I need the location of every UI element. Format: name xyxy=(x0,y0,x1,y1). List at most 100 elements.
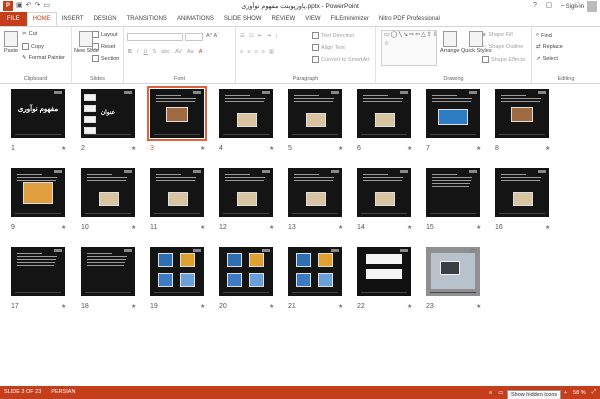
replace-button[interactable]: ⇄ Replace xyxy=(536,44,563,50)
arrange-button[interactable]: Arrange xyxy=(440,31,460,54)
zoom-level[interactable]: 58 % xyxy=(573,390,586,396)
slide-thumbnail[interactable] xyxy=(426,168,480,217)
animation-star-icon[interactable]: ★ xyxy=(61,224,66,231)
animation-star-icon[interactable]: ★ xyxy=(545,145,550,152)
format-painter-button[interactable]: ✎ Format Painter xyxy=(22,55,65,61)
font-size-select[interactable] xyxy=(185,33,203,41)
animation-star-icon[interactable]: ★ xyxy=(407,224,412,231)
tab-design[interactable]: DESIGN xyxy=(89,12,122,26)
animation-star-icon[interactable]: ★ xyxy=(269,303,274,310)
increase-indent-icon[interactable]: ⇥ xyxy=(266,33,271,39)
tab-view[interactable]: VIEW xyxy=(300,12,325,26)
character-spacing-button[interactable]: AV xyxy=(175,49,182,55)
slide-thumbnail[interactable] xyxy=(288,247,342,296)
animation-star-icon[interactable]: ★ xyxy=(200,224,205,231)
slide-thumbnail[interactable] xyxy=(288,168,342,217)
tab-file[interactable]: FILE xyxy=(0,12,27,26)
change-case-button[interactable]: Aa xyxy=(187,49,194,55)
animation-star-icon[interactable]: ★ xyxy=(476,145,481,152)
italic-button[interactable]: I xyxy=(137,49,139,55)
convert-smartart-button[interactable]: Convert to SmartArt xyxy=(312,56,370,63)
bold-button[interactable]: B xyxy=(128,49,132,55)
slide-thumbnail[interactable] xyxy=(81,247,135,296)
normal-view-icon[interactable]: ▭ xyxy=(498,390,503,396)
align-center-icon[interactable]: ≡ xyxy=(247,49,250,55)
animation-star-icon[interactable]: ★ xyxy=(545,224,550,231)
align-right-icon[interactable]: ≡ xyxy=(254,49,257,55)
animation-star-icon[interactable]: ★ xyxy=(476,303,481,310)
text-direction-button[interactable]: Text Direction xyxy=(312,32,354,39)
animation-star-icon[interactable]: ★ xyxy=(61,145,66,152)
font-family-select[interactable] xyxy=(127,33,183,41)
animation-star-icon[interactable]: ★ xyxy=(200,145,205,152)
section-button[interactable]: Section xyxy=(92,55,119,62)
animation-star-icon[interactable]: ★ xyxy=(200,303,205,310)
tab-animations[interactable]: ANIMATIONS xyxy=(172,12,219,26)
shapes-gallery[interactable]: ▭◯╲↘⇨⇦△⇧⇩⌒{}☆ xyxy=(381,30,437,66)
notes-icon[interactable]: ≡ xyxy=(489,390,492,396)
slide-thumbnail[interactable] xyxy=(426,89,480,138)
animation-star-icon[interactable]: ★ xyxy=(338,303,343,310)
paste-button[interactable]: Paste xyxy=(4,31,18,54)
slide-thumbnail[interactable]: عنوان xyxy=(81,89,135,138)
slide-thumbnail[interactable] xyxy=(11,168,65,217)
slide-thumbnail[interactable]: مفهوم نوآوری xyxy=(11,89,65,138)
slide-thumbnail[interactable] xyxy=(81,168,135,217)
copy-button[interactable]: Copy xyxy=(22,43,44,50)
align-left-icon[interactable]: ≡ xyxy=(240,49,243,55)
slide-thumbnail[interactable] xyxy=(357,89,411,138)
cut-button[interactable]: ✂ Cut xyxy=(22,31,37,37)
fit-slide-icon[interactable]: ⤢ xyxy=(592,389,596,396)
tab-slide-show[interactable]: SLIDE SHOW xyxy=(219,12,267,26)
help-icon[interactable]: ? xyxy=(528,0,542,11)
tab-fileminimizer[interactable]: FILEminimizer xyxy=(326,12,374,26)
strikethrough-button[interactable]: abc xyxy=(161,49,170,55)
animation-star-icon[interactable]: ★ xyxy=(269,145,274,152)
numbering-icon[interactable]: ☷ xyxy=(249,33,254,39)
animation-star-icon[interactable]: ★ xyxy=(407,303,412,310)
animation-star-icon[interactable]: ★ xyxy=(131,224,136,231)
slide-thumbnail[interactable] xyxy=(357,168,411,217)
slide-thumbnail[interactable] xyxy=(150,168,204,217)
tab-insert[interactable]: INSERT xyxy=(57,12,89,26)
animation-star-icon[interactable]: ★ xyxy=(131,303,136,310)
slide-thumbnail[interactable] xyxy=(147,86,207,141)
layout-button[interactable]: Layout xyxy=(92,31,118,38)
animation-star-icon[interactable]: ★ xyxy=(131,145,136,152)
justify-icon[interactable]: ≡ xyxy=(262,49,265,55)
decrease-indent-icon[interactable]: ⇤ xyxy=(258,33,263,39)
shape-outline-button[interactable]: ✏ Shape Outline xyxy=(482,44,523,50)
slide-thumbnail[interactable] xyxy=(219,247,273,296)
shape-fill-button[interactable]: ◈ Shape Fill xyxy=(482,32,513,38)
zoom-in-icon[interactable]: + xyxy=(564,390,567,396)
animation-star-icon[interactable]: ★ xyxy=(476,224,481,231)
shape-effects-button[interactable]: Shape Effects xyxy=(482,56,525,63)
animation-star-icon[interactable]: ★ xyxy=(61,303,66,310)
slide-thumbnail[interactable] xyxy=(357,247,411,296)
tab-transitions[interactable]: TRANSITIONS xyxy=(122,12,172,26)
language-indicator[interactable]: PERSIAN xyxy=(51,389,75,395)
line-spacing-icon[interactable]: ↕ xyxy=(275,33,278,39)
bullets-icon[interactable]: ☰ xyxy=(240,33,245,39)
slide-thumbnail[interactable] xyxy=(11,247,65,296)
columns-icon[interactable]: ▥ xyxy=(269,49,274,55)
slide-thumbnail[interactable] xyxy=(288,89,342,138)
animation-star-icon[interactable]: ★ xyxy=(269,224,274,231)
reset-button[interactable]: Reset xyxy=(92,43,115,50)
tab-nitro-pdf-professional[interactable]: Nitro PDF Professional xyxy=(374,12,445,26)
align-text-button[interactable]: Align Text xyxy=(312,44,345,51)
font-size-buttons[interactable]: A^ Aˇ xyxy=(206,33,219,39)
slide-thumbnail[interactable] xyxy=(150,247,204,296)
font-color-icon[interactable]: A xyxy=(199,49,203,55)
tab-review[interactable]: REVIEW xyxy=(267,12,301,26)
animation-star-icon[interactable]: ★ xyxy=(338,145,343,152)
underline-button[interactable]: U xyxy=(144,49,148,55)
tab-home[interactable]: HOME xyxy=(26,12,57,26)
select-button[interactable]: ➚ Select xyxy=(536,56,558,62)
sign-in-link[interactable]: Sign in xyxy=(566,2,584,12)
slide-thumbnail[interactable] xyxy=(219,168,273,217)
find-button[interactable]: ⌕ Find xyxy=(536,32,552,39)
slide-thumbnail[interactable] xyxy=(426,247,480,296)
ribbon-display-icon[interactable]: ▢ xyxy=(542,0,556,11)
animation-star-icon[interactable]: ★ xyxy=(407,145,412,152)
